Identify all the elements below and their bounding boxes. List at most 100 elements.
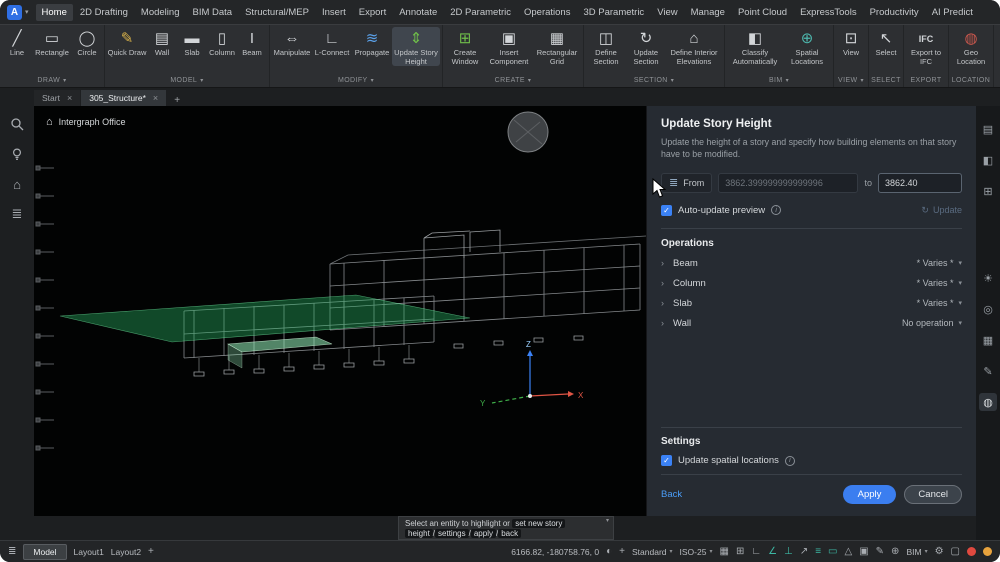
grid-panel-icon[interactable]: ▦: [979, 331, 997, 349]
layout2-tab[interactable]: Layout2: [111, 547, 141, 557]
menu-2d-drafting[interactable]: 2D Drafting: [74, 4, 134, 21]
alert-red-indicator[interactable]: [967, 547, 976, 556]
gear-icon[interactable]: ⚙: [935, 546, 944, 557]
tool-view[interactable]: ⊡ View: [836, 27, 866, 58]
command-option[interactable]: set new story: [512, 519, 566, 528]
back-link[interactable]: Back: [661, 489, 682, 500]
info-icon[interactable]: i: [784, 455, 795, 466]
tool-line[interactable]: ╱ Line: [2, 27, 32, 58]
menu-home[interactable]: Home: [35, 3, 73, 21]
bulb-icon[interactable]: [9, 146, 25, 162]
app-logo-icon[interactable]: A: [7, 4, 22, 20]
new-tab-button[interactable]: +: [167, 95, 187, 106]
tool-select[interactable]: ↖ Select: [871, 27, 901, 58]
tool-l-connect[interactable]: ∟ L-Connect: [312, 27, 352, 58]
from-height-input[interactable]: 3862.399999999999996: [718, 172, 859, 193]
command-option-height[interactable]: height: [405, 529, 433, 538]
snap-icon[interactable]: ▦: [719, 546, 728, 557]
close-icon[interactable]: ×: [153, 93, 158, 103]
menu-structural-mep[interactable]: Structural/MEP: [239, 4, 315, 21]
attachments-panel-icon[interactable]: ⊞: [979, 182, 997, 200]
render-panel-icon[interactable]: ◎: [979, 300, 997, 318]
auto-update-checkbox[interactable]: ✓: [661, 204, 672, 216]
model-tab[interactable]: Model: [23, 543, 67, 560]
chevron-down-icon[interactable]: ▾: [958, 279, 962, 287]
close-icon[interactable]: ×: [67, 93, 72, 103]
tracking-icon[interactable]: ↗: [800, 546, 808, 557]
chevron-down-icon[interactable]: ▾: [958, 319, 962, 327]
group-label-view[interactable]: VIEW ▾: [836, 75, 866, 87]
menu-operations[interactable]: Operations: [518, 4, 576, 21]
menu-ai-predict[interactable]: AI Predict: [926, 4, 979, 21]
group-label-section[interactable]: SECTION ▾: [586, 75, 722, 87]
tool-spatial-locations[interactable]: ⊕ Spatial Locations: [783, 27, 831, 66]
apply-button[interactable]: Apply: [842, 485, 897, 504]
to-height-input[interactable]: 3862.40: [878, 172, 962, 193]
crosshair-icon[interactable]: +: [619, 546, 625, 557]
tool-classify-automatically[interactable]: ◧ Classify Automatically: [727, 27, 783, 66]
group-label-export[interactable]: EXPORT: [906, 75, 946, 87]
tool-update-story-height[interactable]: ⇕ Update Story Height: [392, 27, 440, 67]
polar-icon[interactable]: ∠: [768, 546, 777, 557]
tool-rectangle[interactable]: ▭ Rectangle: [32, 27, 72, 58]
tool-export-to-ifc[interactable]: IFC Export to IFC: [906, 27, 946, 66]
command-option-apply[interactable]: apply: [470, 529, 496, 538]
quad-icon[interactable]: ▣: [859, 546, 868, 557]
layout1-tab[interactable]: Layout1: [74, 547, 104, 557]
tool-define-section[interactable]: ◫ Define Section: [586, 27, 626, 66]
search-icon[interactable]: [9, 116, 25, 132]
light-panel-icon[interactable]: ☀: [979, 269, 997, 287]
chevron-down-icon[interactable]: ▾: [606, 518, 609, 526]
chevron-down-icon[interactable]: ▾: [958, 259, 962, 267]
layers-icon[interactable]: ≣: [8, 546, 16, 557]
viewport-canvas[interactable]: X Y Z: [34, 106, 646, 516]
tool-define-interior-elevations[interactable]: ⌂ Define Interior Elevations: [666, 27, 722, 66]
group-label-create[interactable]: CREATE ▾: [445, 75, 581, 87]
tool-update-section[interactable]: ↻ Update Section: [626, 27, 666, 66]
menu-3d-parametric[interactable]: 3D Parametric: [577, 4, 650, 21]
tool-beam[interactable]: I Beam: [237, 27, 267, 58]
tool-insert-component[interactable]: ▣ Insert Component: [485, 27, 533, 66]
menu-export[interactable]: Export: [353, 4, 392, 21]
operation-row-wall[interactable]: › Wall No operation ▾: [661, 318, 962, 329]
model-viewport[interactable]: ⌂ Intergraph Office X Y Z: [34, 106, 646, 516]
tool-propagate[interactable]: ≋ Propagate: [352, 27, 392, 58]
command-option-settings[interactable]: settings: [435, 529, 469, 538]
tool-manipulate[interactable]: ⇔ Manipulate: [272, 27, 312, 58]
lineweight-icon[interactable]: ≡: [815, 546, 821, 557]
annotation-icon[interactable]: ✎: [876, 546, 884, 557]
tool-column[interactable]: ▯ Column: [207, 27, 237, 58]
tool-circle[interactable]: ◯ Circle: [72, 27, 102, 58]
tab-305-structure[interactable]: 305_Structure* ×: [81, 90, 167, 106]
tool-rectangular-grid[interactable]: ▦ Rectangular Grid: [533, 27, 581, 66]
operation-row-column[interactable]: › Column * Varies * ▾: [661, 278, 962, 289]
cancel-button[interactable]: Cancel: [904, 485, 962, 504]
group-label-location[interactable]: LOCATION: [951, 75, 991, 87]
annotate-panel-icon[interactable]: ✎: [979, 362, 997, 380]
tool-create-window[interactable]: ⊞ Create Window: [445, 27, 485, 66]
tool-quick-draw[interactable]: ✎ Quick Draw: [107, 27, 147, 58]
structures-icon[interactable]: ≣: [9, 206, 25, 222]
update-link[interactable]: ↻ Update: [921, 205, 962, 216]
menu-modeling[interactable]: Modeling: [135, 4, 186, 21]
monitor-icon[interactable]: ▢: [951, 546, 960, 557]
group-label-draw[interactable]: DRAW ▾: [2, 75, 102, 87]
dynamic-ucs-icon[interactable]: ◐: [606, 546, 612, 557]
group-label-select[interactable]: SELECT: [871, 75, 901, 87]
tool-slab[interactable]: ▬ Slab: [177, 27, 207, 58]
properties-panel-icon[interactable]: ▤: [979, 120, 997, 138]
tips-panel-icon[interactable]: ◍: [979, 393, 997, 411]
bim-workspace-dropdown[interactable]: BIM ▾: [906, 547, 927, 557]
operation-row-slab[interactable]: › Slab * Varies * ▾: [661, 298, 962, 309]
tool-geo-location[interactable]: ◍ Geo Location: [951, 27, 991, 66]
menu-2d-parametric[interactable]: 2D Parametric: [444, 4, 517, 21]
info-icon[interactable]: i: [771, 205, 782, 216]
menu-manage[interactable]: Manage: [685, 4, 731, 21]
tab-start[interactable]: Start ×: [34, 90, 81, 106]
menu-view[interactable]: View: [651, 4, 683, 21]
command-option-back[interactable]: back: [498, 529, 522, 538]
grid-icon[interactable]: ⊞: [736, 546, 744, 557]
group-label-modify[interactable]: MODIFY ▾: [272, 75, 440, 87]
command-bar[interactable]: Select an entity to highlight or set new…: [398, 516, 614, 540]
ortho-icon[interactable]: ∟: [751, 546, 761, 557]
